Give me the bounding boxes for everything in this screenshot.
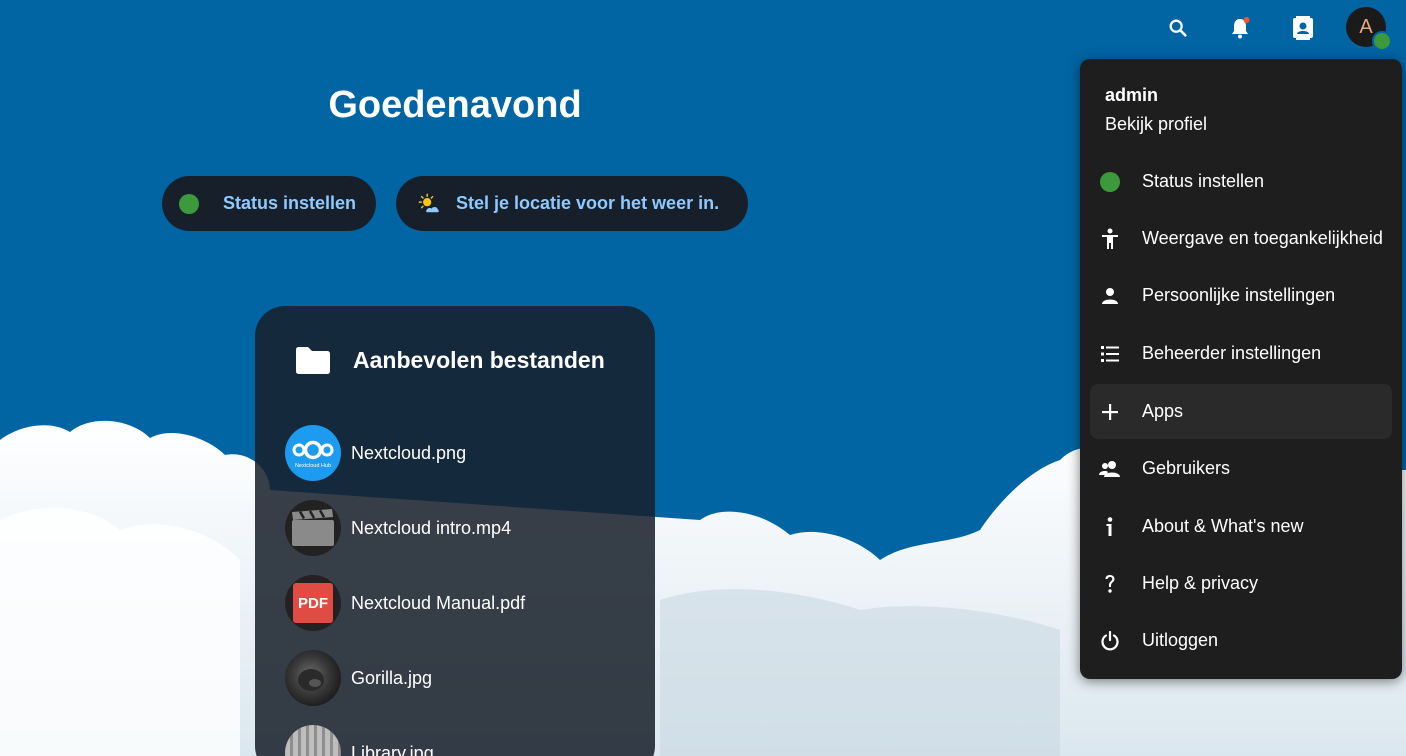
menu-item-users[interactable]: Gebruikers	[1090, 441, 1392, 496]
menu-item-label: Weergave en toegankelijkheid	[1142, 228, 1383, 248]
status-dot-icon	[1099, 171, 1121, 193]
file-item[interactable]: Library.jpg	[285, 725, 434, 756]
menu-item-label: Beheerder instellingen	[1142, 343, 1322, 363]
menu-item-label: Persoonlijke instellingen	[1142, 285, 1336, 305]
weather-button[interactable]: Stel je locatie voor het weer in.	[396, 176, 748, 231]
gorilla-thumbnail	[285, 650, 341, 706]
menu-item-label: Help & privacy	[1142, 573, 1259, 593]
file-item[interactable]: Nextcloud intro.mp4	[285, 500, 511, 556]
file-name: Gorilla.jpg	[351, 667, 433, 688]
menu-item-status[interactable]: Status instellen	[1090, 154, 1392, 209]
search-icon[interactable]	[1158, 8, 1198, 48]
file-item[interactable]: Nextcloud Hub Nextcloud.png	[285, 425, 466, 481]
menu-item-label: Gebruikers	[1142, 458, 1231, 478]
menu-item-personal-settings[interactable]: Persoonlijke instellingen	[1090, 268, 1392, 323]
file-item[interactable]: PDF Nextcloud Manual.pdf	[285, 575, 525, 631]
weather-button-label: Stel je locatie voor het weer in.	[456, 193, 720, 213]
status-button[interactable]: Status instellen	[162, 176, 376, 231]
menu-item-about[interactable]: About & What's new	[1090, 499, 1392, 554]
admin-list-icon	[1099, 343, 1121, 365]
video-icon	[285, 500, 341, 556]
accessibility-icon	[1099, 228, 1121, 250]
bell-icon[interactable]	[1220, 8, 1260, 48]
user-avatar[interactable]: A	[1346, 7, 1392, 51]
menu-item-appearance[interactable]: Weergave en toegankelijkheid	[1090, 211, 1392, 266]
menu-item-logout[interactable]: Uitloggen	[1090, 613, 1392, 668]
person-icon	[1099, 285, 1121, 307]
menu-item-label: About & What's new	[1142, 516, 1304, 536]
status-button-label: Status instellen	[223, 193, 357, 213]
weather-sun-icon	[418, 193, 439, 212]
file-name: Library.jpg	[351, 742, 434, 756]
file-name: Nextcloud Manual.pdf	[351, 592, 526, 613]
help-icon	[1099, 573, 1121, 595]
menu-item-admin-settings[interactable]: Beheerder instellingen	[1090, 326, 1392, 381]
file-item[interactable]: Gorilla.jpg	[285, 650, 432, 706]
nextcloud-badge: Nextcloud Hub	[295, 463, 331, 469]
users-icon	[1099, 458, 1121, 480]
view-profile-link[interactable]: Bekijk profiel	[1105, 114, 1207, 135]
library-thumbnail	[285, 725, 341, 756]
menu-item-label: Uitloggen	[1142, 630, 1219, 650]
greeting-title: Goedenavond	[328, 84, 582, 126]
menu-username: admin	[1105, 85, 1159, 105]
menu-item-apps[interactable]: Apps	[1090, 384, 1392, 439]
menu-item-label: Status instellen	[1142, 171, 1265, 191]
file-name: Nextcloud intro.mp4	[351, 517, 512, 538]
folder-icon	[296, 347, 330, 374]
widget-title: Aanbevolen bestanden	[353, 346, 605, 373]
pdf-badge: PDF	[293, 583, 333, 623]
status-dot-icon	[179, 193, 199, 214]
menu-item-help[interactable]: Help & privacy	[1090, 556, 1392, 611]
nextcloud-logo-icon: Nextcloud Hub	[285, 425, 341, 481]
plus-icon	[1099, 401, 1121, 423]
online-status-icon	[1372, 31, 1392, 51]
user-menu: admin Bekijk profiel Status instellen We…	[1080, 59, 1402, 679]
menu-item-label: Apps	[1142, 401, 1184, 421]
power-icon	[1099, 630, 1121, 652]
info-icon	[1099, 516, 1121, 538]
file-name: Nextcloud.png	[351, 442, 467, 463]
pdf-icon: PDF	[285, 575, 341, 631]
avatar-initial: A	[1359, 15, 1373, 38]
recommended-files-widget: Aanbevolen bestanden Nextcloud Hub Nextc…	[255, 306, 655, 756]
contacts-icon[interactable]	[1283, 8, 1323, 48]
